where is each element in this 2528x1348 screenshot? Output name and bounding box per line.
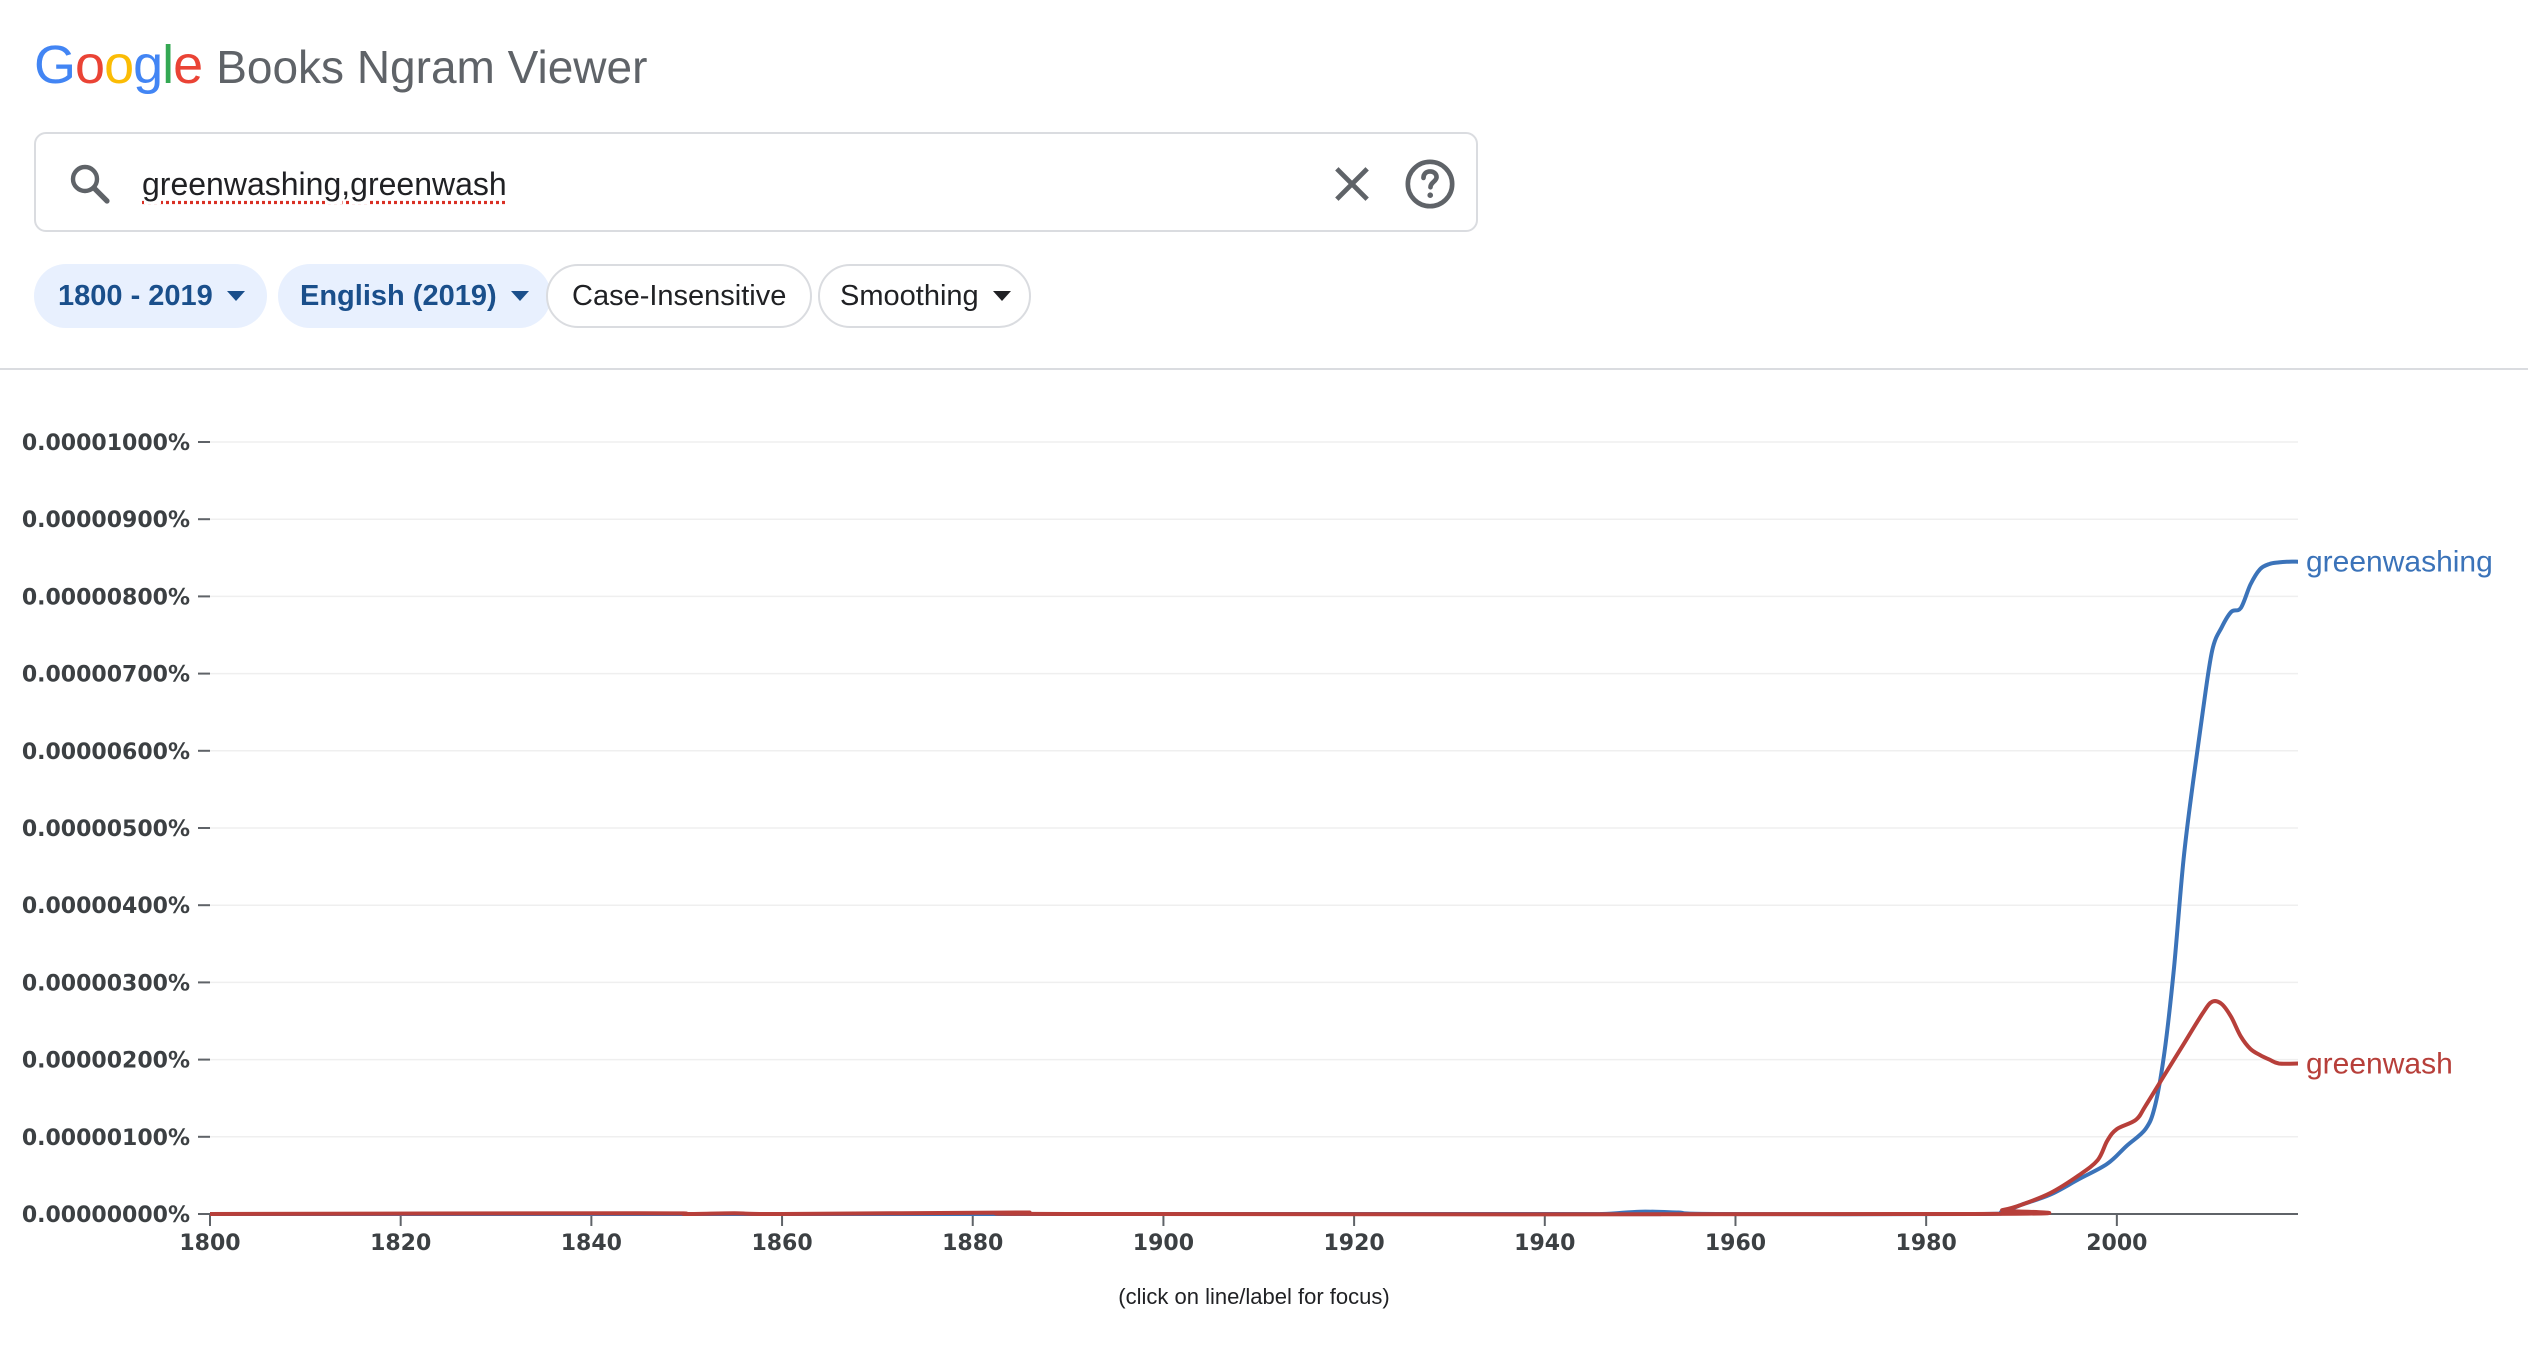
product-name: Books Ngram Viewer	[216, 41, 648, 93]
x-tick-label: 1920	[1323, 1231, 1384, 1256]
logo-letter: o	[75, 35, 105, 95]
ngram-chart[interactable]: 0.00000000% 0.00000100% 0.00000200% 0.00000…	[0, 380, 2528, 1340]
x-tick-label: 1900	[1133, 1231, 1194, 1256]
y-tick-label: 0.00000100%	[22, 1126, 190, 1151]
y-tick-label: 0.00000800%	[22, 585, 190, 610]
y-tick-label: 0.00000300%	[22, 971, 190, 996]
x-tick-label: 2000	[2086, 1231, 2147, 1256]
case-insensitive-toggle[interactable]: Case-Insensitive	[546, 264, 813, 328]
chevron-down-icon	[510, 291, 529, 301]
x-tick-label: 1800	[179, 1231, 240, 1256]
y-tick-label: 0.00000000%	[22, 1203, 190, 1228]
divider	[0, 368, 2528, 370]
x-tick-label: 1980	[1896, 1231, 1957, 1256]
google-logo: Google	[34, 34, 203, 96]
logo-letter: o	[104, 35, 134, 95]
year-range-label: 1800 - 2019	[58, 279, 213, 312]
y-tick-label: 0.00000500%	[22, 817, 190, 842]
logo-letter: l	[162, 35, 174, 95]
google-books-ngram-logo[interactable]: Google Books Ngram Viewer	[34, 34, 648, 96]
series-label-greenwashing[interactable]: greenwashing	[2306, 546, 2493, 579]
x-tick-label: 1840	[561, 1231, 622, 1256]
series-labels[interactable]: greenwashing greenwash	[2306, 546, 2493, 1081]
help-circle-icon[interactable]	[1402, 156, 1458, 212]
series-line-greenwash[interactable]	[209, 999, 2299, 1217]
search-bar[interactable]: greenwashing,greenwash	[34, 132, 1478, 232]
logo-letter: G	[34, 35, 76, 95]
axes: 0.00000000% 0.00000100% 0.00000200% 0.00000…	[22, 431, 2298, 1256]
smoothing-dropdown[interactable]: Smoothing	[818, 264, 1031, 328]
case-insensitive-label: Case-Insensitive	[572, 279, 787, 312]
x-tick-label: 1880	[942, 1231, 1003, 1256]
close-icon[interactable]	[1326, 158, 1378, 210]
year-range-dropdown[interactable]: 1800 - 2019	[34, 264, 267, 328]
x-tick-label: 1940	[1514, 1231, 1575, 1256]
x-tick-label: 1820	[370, 1231, 431, 1256]
corpus-dropdown[interactable]: English (2019)	[278, 264, 551, 328]
chevron-down-icon	[226, 291, 245, 301]
chart-note: (click on line/label for focus)	[1118, 1284, 1389, 1309]
series-line-greenwashing[interactable]	[209, 559, 2299, 1217]
series-label-greenwash[interactable]: greenwash	[2306, 1047, 2453, 1080]
logo-letter: g	[133, 35, 163, 95]
search-input[interactable]: greenwashing,greenwash	[142, 162, 507, 206]
corpus-label: English (2019)	[300, 279, 497, 312]
y-tick-label: 0.00000900%	[22, 508, 190, 533]
search-icon[interactable]	[66, 160, 114, 208]
y-tick-label: 0.00000400%	[22, 894, 190, 919]
series-lines[interactable]	[209, 559, 2299, 1217]
x-tick-label: 1960	[1705, 1231, 1766, 1256]
logo-letter: e	[173, 35, 203, 95]
grid-lines	[210, 441, 2298, 1138]
y-tick-label: 0.00000600%	[22, 740, 190, 765]
chevron-down-icon	[992, 291, 1011, 301]
y-tick-label: 0.00001000%	[22, 431, 190, 456]
y-tick-label: 0.00000200%	[22, 1049, 190, 1074]
y-tick-label: 0.00000700%	[22, 663, 190, 688]
smoothing-label: Smoothing	[840, 279, 979, 312]
x-tick-label: 1860	[751, 1231, 812, 1256]
